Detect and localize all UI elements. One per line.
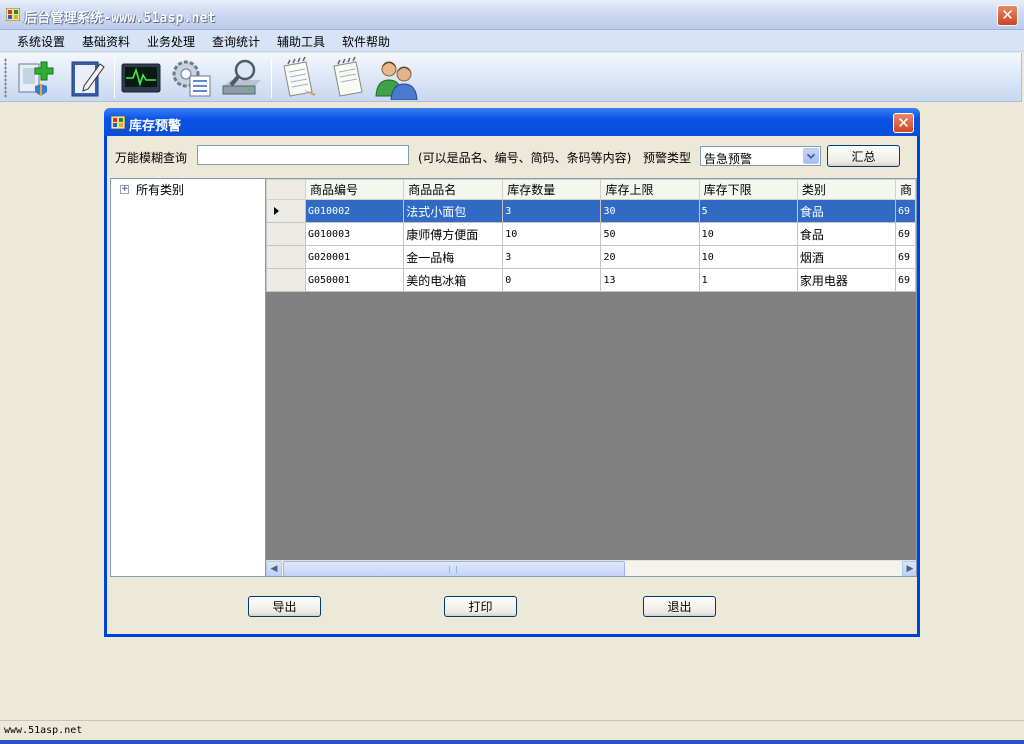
notepad-edit-icon[interactable] (326, 56, 370, 100)
menu-query-stats[interactable]: 查询统计 (211, 33, 261, 50)
table-row[interactable]: G050001 美的电冰箱 0 13 1 家用电器 69 (266, 268, 916, 292)
grid-corner (266, 179, 306, 200)
search-input[interactable] (197, 145, 409, 165)
export-button[interactable]: 导出 (248, 596, 321, 617)
column-header[interactable]: 库存数量 (502, 179, 602, 200)
cell-lower[interactable]: 10 (698, 222, 798, 246)
menu-system-settings[interactable]: 系统设置 (16, 33, 66, 50)
app-icon (111, 116, 125, 129)
toolbar (0, 53, 1022, 102)
main-title-bar: 后台管理系统-www.51asp.net ✕ (0, 0, 1024, 30)
menu-tools[interactable]: 辅助工具 (276, 33, 326, 50)
cell-name[interactable]: 法式小面包 (403, 199, 504, 223)
cell-code[interactable]: G010002 (304, 199, 405, 223)
cell-upper[interactable]: 13 (600, 268, 700, 292)
dialog-title-bar[interactable]: 库存预警 ✕ (104, 108, 920, 136)
cell-qty[interactable]: 3 (502, 199, 602, 223)
stock-alert-dialog: 库存预警 ✕ 万能模糊查询 (可以是品名、编号、简码、条码等内容) 预警类型 告… (104, 108, 920, 637)
cell-name[interactable]: 美的电冰箱 (403, 268, 504, 292)
cell-code[interactable]: G050001 (304, 268, 405, 292)
scroll-right-icon[interactable]: ▶ (902, 561, 916, 576)
row-header[interactable] (266, 199, 306, 223)
cell-upper[interactable]: 20 (600, 245, 700, 269)
cell-name[interactable]: 金一品梅 (403, 245, 504, 269)
column-header[interactable]: 库存上限 (600, 179, 700, 200)
cell-qty[interactable]: 0 (502, 268, 602, 292)
chevron-down-icon[interactable] (803, 148, 819, 164)
column-header[interactable]: 库存下限 (698, 179, 798, 200)
search-hint: (可以是品名、编号、简码、条码等内容) (418, 151, 632, 165)
cell-upper[interactable]: 50 (600, 222, 700, 246)
row-header[interactable] (266, 222, 306, 246)
cell-qty[interactable]: 3 (502, 245, 602, 269)
cell-category[interactable]: 食品 (796, 222, 897, 246)
taskbar-edge (0, 740, 1024, 744)
cell-category[interactable]: 烟酒 (796, 245, 897, 269)
column-header[interactable]: 类别 (796, 179, 897, 200)
column-header[interactable]: 商品品名 (403, 179, 504, 200)
grid-header-row: 商品编号 商品品名 库存数量 库存上限 库存下限 类别 商 (266, 179, 916, 200)
row-pointer-icon (274, 207, 279, 215)
cell-category[interactable]: 家用电器 (796, 268, 897, 292)
toolbar-separator (114, 58, 115, 98)
tree-node-all-categories[interactable]: 所有类别 (136, 181, 184, 198)
exit-button[interactable]: 退出 (643, 596, 716, 617)
tree-expand-icon[interactable]: + (120, 185, 129, 194)
horizontal-scrollbar[interactable]: ◀ ▶ (266, 560, 916, 576)
cell-lower[interactable]: 1 (698, 268, 798, 292)
stock-grid: 商品编号 商品品名 库存数量 库存上限 库存下限 类别 商 G010002 法式… (265, 178, 917, 577)
close-icon[interactable]: ✕ (893, 113, 914, 133)
column-header[interactable]: 商品编号 (304, 179, 405, 200)
status-text: www.51asp.net (4, 725, 83, 736)
cell-category[interactable]: 食品 (796, 199, 897, 223)
cell-code[interactable]: G020001 (304, 245, 405, 269)
add-item-icon[interactable] (13, 56, 57, 100)
window-title: 后台管理系统-www.51asp.net (24, 11, 216, 26)
category-tree: + 所有类别 (110, 178, 266, 577)
search-label: 万能模糊查询 (115, 151, 188, 165)
notepad-icon[interactable] (276, 56, 320, 100)
column-header[interactable]: 商 (895, 179, 916, 200)
settings-checklist-icon[interactable] (170, 56, 214, 100)
cell-qty[interactable]: 10 (502, 222, 602, 246)
edit-document-icon[interactable] (66, 56, 110, 100)
cell-name[interactable]: 康师傅方便面 (403, 222, 504, 246)
row-header[interactable] (266, 268, 306, 292)
toolbar-grip[interactable] (4, 58, 7, 98)
cell-extra[interactable]: 69 (895, 268, 916, 292)
search-drive-icon[interactable] (221, 56, 265, 100)
close-icon[interactable]: ✕ (997, 5, 1018, 26)
alert-type-value: 告急预警 (704, 152, 753, 166)
cell-extra[interactable]: 69 (895, 222, 916, 246)
stock-table: 商品编号 商品品名 库存数量 库存上限 库存下限 类别 商 G010002 法式… (266, 179, 916, 292)
menu-basic-data[interactable]: 基础资料 (81, 33, 131, 50)
print-button[interactable]: 打印 (444, 596, 517, 617)
menu-bar: 系统设置 基础资料 业务处理 查询统计 辅助工具 软件帮助 (0, 30, 1024, 52)
users-icon[interactable] (374, 56, 418, 100)
table-row[interactable]: G020001 金一品梅 3 20 10 烟酒 69 (266, 245, 916, 269)
dialog-body: 万能模糊查询 (可以是品名、编号、简码、条码等内容) 预警类型 告急预警 汇总 … (107, 136, 917, 634)
table-row[interactable]: G010003 康师傅方便面 10 50 10 食品 69 (266, 222, 916, 246)
cell-code[interactable]: G010003 (304, 222, 405, 246)
scrollbar-thumb[interactable] (283, 561, 625, 576)
dialog-title: 库存预警 (129, 119, 182, 134)
thumb-grip (449, 566, 457, 573)
cell-extra[interactable]: 69 (895, 199, 916, 223)
alert-type-label: 预警类型 (643, 151, 692, 165)
menu-business[interactable]: 业务处理 (146, 33, 196, 50)
cell-lower[interactable]: 5 (698, 199, 798, 223)
menu-help[interactable]: 软件帮助 (341, 33, 391, 50)
summary-button[interactable]: 汇总 (827, 145, 900, 167)
table-row[interactable]: G010002 法式小面包 3 30 5 食品 69 (266, 199, 916, 223)
scroll-left-icon[interactable]: ◀ (266, 561, 282, 576)
monitor-icon[interactable] (119, 56, 163, 100)
cell-extra[interactable]: 69 (895, 245, 916, 269)
row-header[interactable] (266, 245, 306, 269)
cell-lower[interactable]: 10 (698, 245, 798, 269)
cell-upper[interactable]: 30 (600, 199, 700, 223)
alert-type-select[interactable]: 告急预警 (700, 146, 821, 166)
toolbar-separator (271, 58, 272, 98)
app-icon (6, 8, 20, 21)
